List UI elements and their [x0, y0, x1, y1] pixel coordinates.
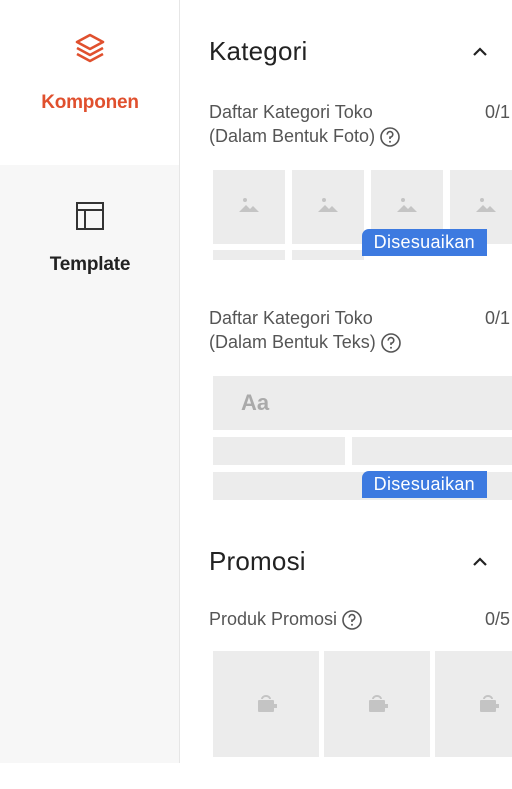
component-sidebar: Komponen Template — [0, 0, 180, 789]
shopping-bag-icon — [258, 695, 277, 712]
image-placeholder-icon — [476, 198, 496, 212]
component-item-category-text[interactable]: Daftar Kategori Toko (Dalam Bentuk Teks)… — [209, 306, 510, 354]
customize-badge[interactable]: Disesuaikan — [361, 229, 487, 256]
shopping-bag-icon — [369, 695, 388, 712]
item-label-line2: (Dalam Bentuk Teks) — [209, 332, 376, 352]
placeholder-tile — [213, 170, 285, 244]
image-placeholder-icon — [318, 198, 338, 212]
sidebar-item-label: Template — [49, 254, 131, 275]
section-title: Kategori — [209, 36, 308, 66]
chevron-up-icon[interactable] — [470, 552, 490, 572]
item-count: 0/5 — [484, 609, 510, 629]
category-text-preview[interactable]: Aa Disesuaikan — [213, 376, 512, 502]
item-label-wrap: Produk Promosi — [209, 607, 429, 631]
placeholder-tile — [213, 437, 345, 465]
placeholder-tile — [352, 437, 512, 465]
help-icon[interactable] — [379, 126, 401, 148]
layers-icon — [75, 33, 105, 63]
component-item-promo-product[interactable]: Produk Promosi 0/5 — [209, 607, 510, 631]
customize-badge[interactable]: Disesuaikan — [361, 471, 487, 498]
template-layout-icon — [76, 202, 104, 230]
placeholder-tile — [292, 250, 364, 260]
image-placeholder-icon — [397, 198, 417, 212]
item-count: 0/1 — [484, 308, 510, 328]
help-icon[interactable] — [341, 609, 363, 631]
placeholder-tile — [213, 250, 285, 260]
section-header-kategori[interactable]: Kategori — [209, 36, 490, 76]
image-placeholder-icon — [239, 198, 259, 212]
item-label-line2-wrap: (Dalam Bentuk Foto) — [209, 124, 429, 148]
placeholder-tile: Aa — [213, 376, 512, 430]
category-photo-preview[interactable]: Disesuaikan — [213, 170, 512, 260]
item-label-line1: Daftar Kategori Toko — [209, 102, 373, 122]
help-icon[interactable] — [380, 332, 402, 354]
sidebar-item-template[interactable]: Template — [0, 200, 180, 276]
sample-text: Aa — [241, 390, 270, 415]
bottom-margin — [0, 763, 512, 789]
item-label-line1: Produk Promosi — [209, 609, 338, 629]
placeholder-tile — [213, 651, 319, 757]
item-label-line2-wrap: (Dalam Bentuk Teks) — [209, 330, 429, 354]
sidebar-item-komponen[interactable]: Komponen — [0, 30, 180, 114]
placeholder-tile — [324, 651, 430, 757]
item-label-line1: Daftar Kategori Toko — [209, 308, 373, 328]
item-label-line2: (Dalam Bentuk Foto) — [209, 126, 376, 146]
promo-product-preview[interactable] — [213, 651, 512, 763]
section-header-promosi[interactable]: Promosi — [209, 546, 490, 586]
chevron-up-icon[interactable] — [470, 42, 490, 62]
section-title: Promosi — [209, 546, 306, 576]
component-panel: Kategori Daftar Kategori Toko (Dalam Ben… — [180, 0, 512, 763]
shopping-bag-icon — [480, 695, 499, 712]
placeholder-tile — [435, 651, 512, 757]
item-count: 0/1 — [484, 102, 510, 122]
placeholder-tile — [292, 170, 364, 244]
component-item-category-photo[interactable]: Daftar Kategori Toko (Dalam Bentuk Foto)… — [209, 100, 510, 148]
sidebar-item-label: Komponen — [41, 92, 139, 113]
